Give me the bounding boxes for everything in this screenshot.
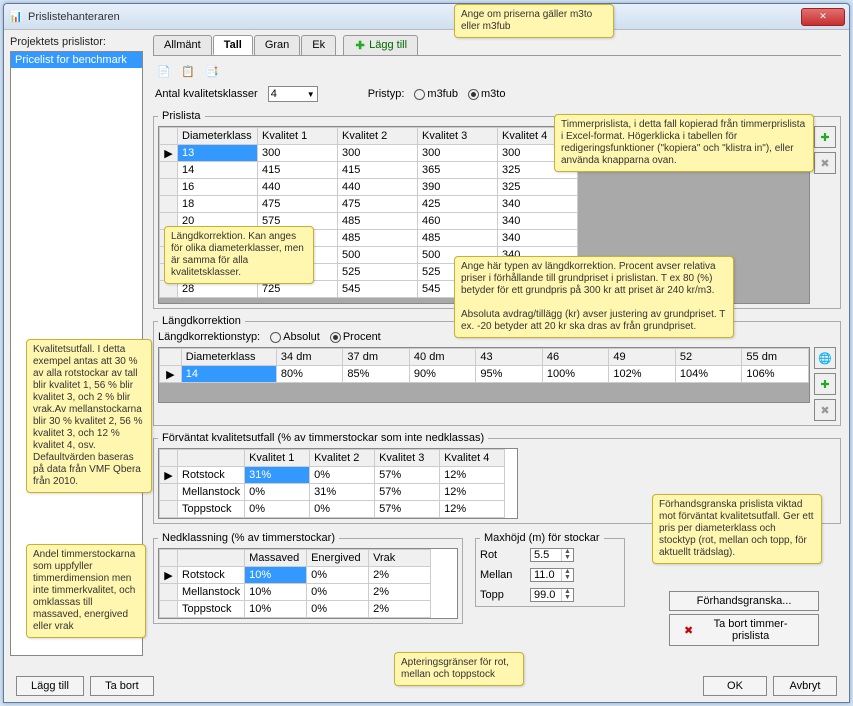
tab-gran[interactable]: Gran — [254, 35, 300, 55]
langd-type-label: Längdkorrektionstyp: — [158, 331, 260, 343]
pricelist-item[interactable]: Pricelist for benchmark — [11, 52, 142, 68]
note-prislista: Timmerprislista, i detta fall kopierad f… — [554, 114, 814, 172]
note-langd: Längdkorrektion. Kan anges för olika dia… — [164, 226, 314, 284]
kvalutfall-legend: Förväntat kvalitetsutfall (% av timmerst… — [158, 432, 488, 444]
window-title: Prislistehanteraren — [28, 11, 801, 23]
langd-del-button[interactable]: ✖ — [814, 399, 836, 421]
add-row-button[interactable]: ✚ — [814, 126, 836, 148]
nedklass-legend: Nedklassning (% av timmerstockar) — [158, 532, 339, 544]
tab-add-species[interactable]: ✚Lägg till — [343, 35, 418, 55]
langd-grid[interactable]: Diameterklass34 dm37 dm40 dm4346495255 d… — [158, 347, 810, 403]
langd-tool-button[interactable]: 🌐 — [814, 347, 836, 369]
topp-spinner[interactable]: 99.0▲▼ — [530, 588, 574, 602]
copy-icon[interactable]: 📄 — [155, 62, 173, 80]
delete-icon: ✖ — [684, 624, 693, 637]
table-row[interactable]: ▶Rotstock31%0%57%12% — [160, 467, 505, 484]
project-pricelists-label: Projektets prislistor: — [10, 36, 143, 48]
table-row[interactable]: Toppstock10%0%2% — [160, 601, 431, 618]
tab-allmant[interactable]: Allmänt — [153, 35, 212, 55]
ok-button[interactable]: OK — [703, 676, 767, 696]
note-aptering: Apteringsgränser för rot, mellan och top… — [394, 652, 524, 686]
paste-icon[interactable]: 📋 — [179, 62, 197, 80]
delete-pricelist-button[interactable]: Ta bort — [90, 676, 154, 696]
rot-label: Rot — [480, 549, 530, 561]
add-pricelist-button[interactable]: Lägg till — [16, 676, 84, 696]
maxhojd-group: Maxhöjd (m) för stockar Rot 5.5▲▼ Mellan… — [475, 532, 625, 607]
langd-procent-radio[interactable]: Procent — [330, 331, 381, 343]
table-row[interactable]: Mellanstock10%0%2% — [160, 584, 431, 601]
table-row[interactable]: 16440440390325 — [160, 179, 809, 196]
quality-classes-label: Antal kvalitetsklasser — [155, 88, 258, 100]
list-icon[interactable]: 📑 — [203, 62, 221, 80]
tab-tall[interactable]: Tall — [213, 35, 253, 55]
note-preview: Förhandsgranska prislista viktad mot för… — [652, 494, 822, 564]
note-langdtyp: Ange här typen av längdkorrektion. Proce… — [454, 256, 734, 338]
table-row[interactable]: Toppstock0%0%57%12% — [160, 501, 505, 518]
mellan-label: Mellan — [480, 569, 530, 581]
mellan-spinner[interactable]: 11.0▲▼ — [530, 568, 574, 582]
titlebar: 📊 Prislistehanteraren ✕ — [4, 4, 849, 30]
quality-classes-combo[interactable]: 4▼ — [268, 86, 318, 102]
prislista-legend: Prislista — [158, 110, 205, 122]
preview-button[interactable]: Förhandsgranska... — [669, 591, 819, 611]
maxh-legend: Maxhöjd (m) för stockar — [480, 532, 604, 544]
kvalitetsutfall-grid[interactable]: Kvalitet 1Kvalitet 2Kvalitet 3Kvalitet 4… — [158, 448, 518, 519]
note-pristyp: Ange om priserna gäller m3to eller m3fub — [454, 4, 614, 38]
rot-spinner[interactable]: 5.5▲▼ — [530, 548, 574, 562]
plus-icon: ✚ — [354, 39, 366, 51]
table-row[interactable]: ▶Rotstock10%0%2% — [160, 567, 431, 584]
remove-pricelist-button[interactable]: ✖Ta bort timmer-prislista — [669, 614, 819, 646]
topp-label: Topp — [480, 589, 530, 601]
nedklassning-grid[interactable]: MassavedEnergivedVrak▶Rotstock10%0%2%Mel… — [158, 548, 458, 619]
pristyp-m3to-radio[interactable]: m3to — [468, 88, 505, 100]
nedklassning-group: Nedklassning (% av timmerstockar) Massav… — [153, 532, 463, 624]
cancel-button[interactable]: Avbryt — [773, 676, 837, 696]
langd-add-button[interactable]: ✚ — [814, 373, 836, 395]
delete-row-button[interactable]: ✖ — [814, 152, 836, 174]
langd-absolut-radio[interactable]: Absolut — [270, 331, 320, 343]
app-icon: 📊 — [8, 9, 24, 25]
table-row[interactable]: 18475475425340 — [160, 196, 809, 213]
pristyp-m3fub-radio[interactable]: m3fub — [414, 88, 458, 100]
table-row[interactable]: Mellanstock0%31%57%12% — [160, 484, 505, 501]
note-kvalutfall: Kvalitetsutfall. I detta exempel antas a… — [26, 339, 152, 493]
table-row[interactable]: ▶1480%85%90%95%100%102%104%106% — [160, 366, 809, 383]
chevron-down-icon: ▼ — [307, 90, 315, 99]
note-nedklass: Andel timmerstockarna som uppfyller timm… — [26, 544, 146, 638]
pristyp-label: Pristyp: — [368, 88, 405, 100]
tab-ek[interactable]: Ek — [301, 35, 336, 55]
close-button[interactable]: ✕ — [801, 8, 845, 26]
langd-legend: Längdkorrektion — [158, 315, 245, 327]
